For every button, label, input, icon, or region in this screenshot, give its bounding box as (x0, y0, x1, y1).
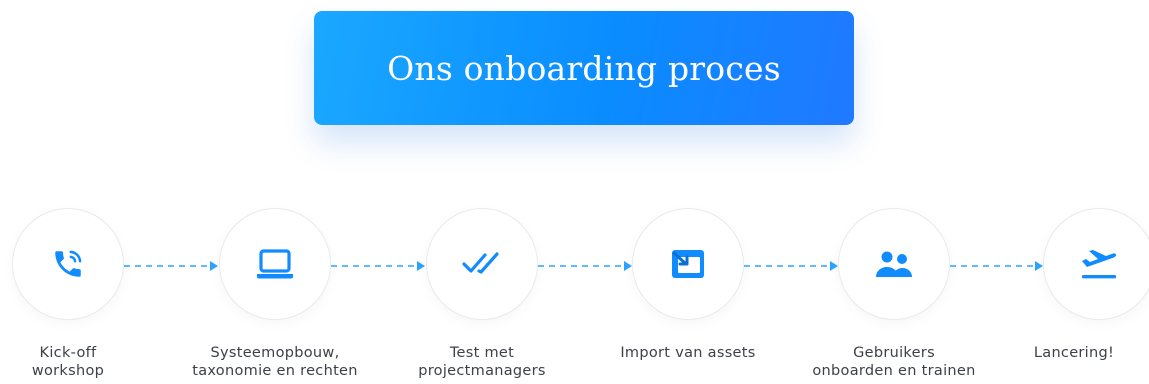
step-gebruikers-label: Gebruikers onboarden en trainen (794, 344, 994, 380)
phone-icon (51, 247, 85, 281)
title-banner: Ons onboarding proces (314, 11, 854, 125)
step-systeem-line2: taxonomie en rechten (192, 363, 358, 379)
step-import-line1: Import van assets (620, 345, 756, 361)
step-import-circle (632, 208, 744, 320)
step-kickoff-label: Kick-off workshop (0, 344, 168, 380)
step-test-label: Test met projectmanagers (382, 344, 582, 380)
connector-arrow-5 (950, 261, 1043, 271)
connector-arrow-1 (124, 261, 218, 271)
double-check-icon (462, 251, 502, 277)
step-gebruikers-line1: Gebruikers (853, 345, 935, 361)
connector-arrow-2 (331, 261, 425, 271)
step-lancering-circle (1043, 208, 1149, 320)
connector-arrow-4 (744, 261, 838, 271)
step-test-circle (426, 208, 538, 320)
plane-takeoff-icon (1079, 246, 1119, 282)
step-gebruikers-line2: onboarden en trainen (812, 363, 976, 379)
step-import-label: Import van assets (588, 344, 788, 362)
step-systeem-line1: Systeemopbouw, (210, 345, 340, 361)
connector-arrow-3 (538, 261, 632, 271)
step-kickoff-circle (12, 208, 124, 320)
laptop-icon (255, 247, 295, 281)
step-test-line2: projectmanagers (418, 363, 546, 379)
step-gebruikers-circle (838, 208, 950, 320)
step-lancering-line1: Lancering! (1033, 345, 1115, 361)
step-kickoff-line2: workshop (31, 363, 105, 379)
step-systeem-circle (219, 208, 331, 320)
step-test-line1: Test met (449, 345, 515, 361)
step-lancering-label: Lancering! (999, 344, 1149, 362)
import-icon (669, 247, 707, 281)
users-icon (873, 249, 915, 279)
step-systeem-label: Systeemopbouw, taxonomie en rechten (175, 344, 375, 380)
step-kickoff-line1: Kick-off (39, 345, 97, 361)
page-title: Ons onboarding proces (387, 48, 781, 88)
